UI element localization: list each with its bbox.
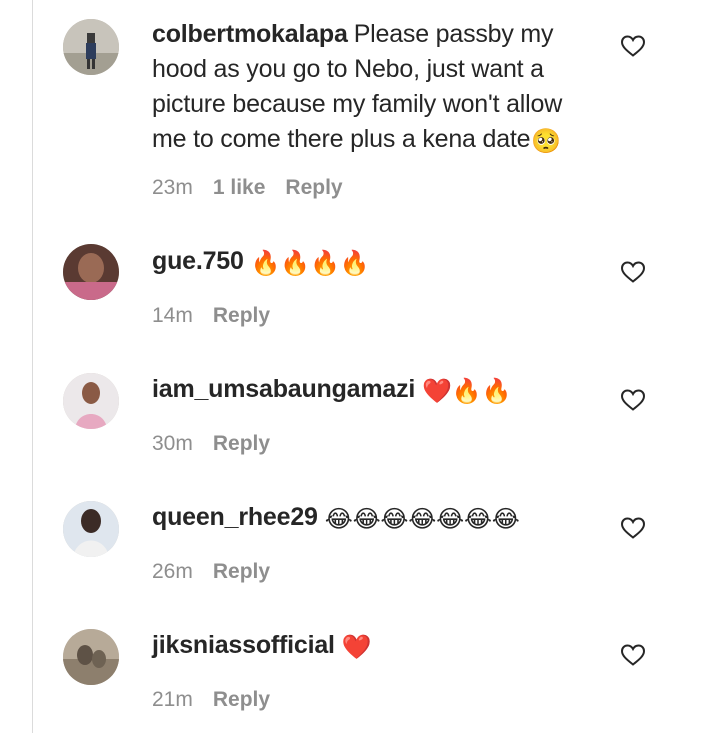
reply-button[interactable]: Reply bbox=[213, 304, 270, 327]
comment-time: 30m bbox=[152, 432, 193, 455]
comment-time: 21m bbox=[152, 688, 193, 711]
comment-text: queen_rhee29 😂😂😂😂😂😂😂 bbox=[152, 500, 592, 535]
heart-outline-icon[interactable] bbox=[620, 260, 646, 284]
reply-button[interactable]: Reply bbox=[213, 688, 270, 711]
comment-text: iam_umsabaungamazi ❤️🔥🔥 bbox=[152, 372, 592, 407]
avatar[interactable] bbox=[63, 19, 119, 75]
heart-outline-icon[interactable] bbox=[620, 388, 646, 412]
comment-text: gue.750 🔥🔥🔥🔥 bbox=[152, 244, 592, 279]
comment-username[interactable]: iam_umsabaungamazi bbox=[152, 375, 415, 403]
avatar[interactable] bbox=[63, 629, 119, 685]
comment-username[interactable]: jiksniassofficial bbox=[152, 631, 335, 659]
left-divider bbox=[32, 0, 33, 733]
heart-fire-emoji: ❤️🔥🔥 bbox=[422, 378, 512, 405]
comment-username[interactable]: queen_rhee29 bbox=[152, 503, 318, 531]
comment-likes[interactable]: 1 like bbox=[213, 176, 266, 199]
reply-button[interactable]: Reply bbox=[285, 176, 342, 199]
comment-text: colbertmokalapa Please passby my hood as … bbox=[152, 17, 592, 157]
comment-text: jiksniassofficial ❤️ bbox=[152, 628, 592, 663]
comment-meta: 14m Reply bbox=[152, 304, 290, 328]
heart-outline-icon[interactable] bbox=[620, 643, 646, 667]
laughing-tears-emoji: 😂😂😂😂😂😂😂 bbox=[324, 506, 520, 533]
reply-button[interactable]: Reply bbox=[213, 432, 270, 455]
heart-outline-icon[interactable] bbox=[620, 34, 646, 58]
avatar[interactable] bbox=[63, 244, 119, 300]
comment-username[interactable]: gue.750 bbox=[152, 247, 244, 275]
fire-emoji: 🔥🔥🔥🔥 bbox=[250, 250, 370, 277]
pleading-face-emoji: 🥺 bbox=[531, 128, 562, 155]
red-heart-emoji: ❤️ bbox=[341, 634, 372, 661]
comment-time: 23m bbox=[152, 176, 193, 199]
comment-time: 14m bbox=[152, 304, 193, 327]
comment-meta: 30m Reply bbox=[152, 432, 290, 456]
avatar[interactable] bbox=[63, 373, 119, 429]
reply-button[interactable]: Reply bbox=[213, 560, 270, 583]
comment-username[interactable]: colbertmokalapa bbox=[152, 20, 348, 48]
comment-meta: 23m 1 like Reply bbox=[152, 176, 363, 200]
heart-outline-icon[interactable] bbox=[620, 516, 646, 540]
avatar[interactable] bbox=[63, 501, 119, 557]
comment-meta: 26m Reply bbox=[152, 560, 290, 584]
comment-time: 26m bbox=[152, 560, 193, 583]
comment-meta: 21m Reply bbox=[152, 688, 290, 712]
